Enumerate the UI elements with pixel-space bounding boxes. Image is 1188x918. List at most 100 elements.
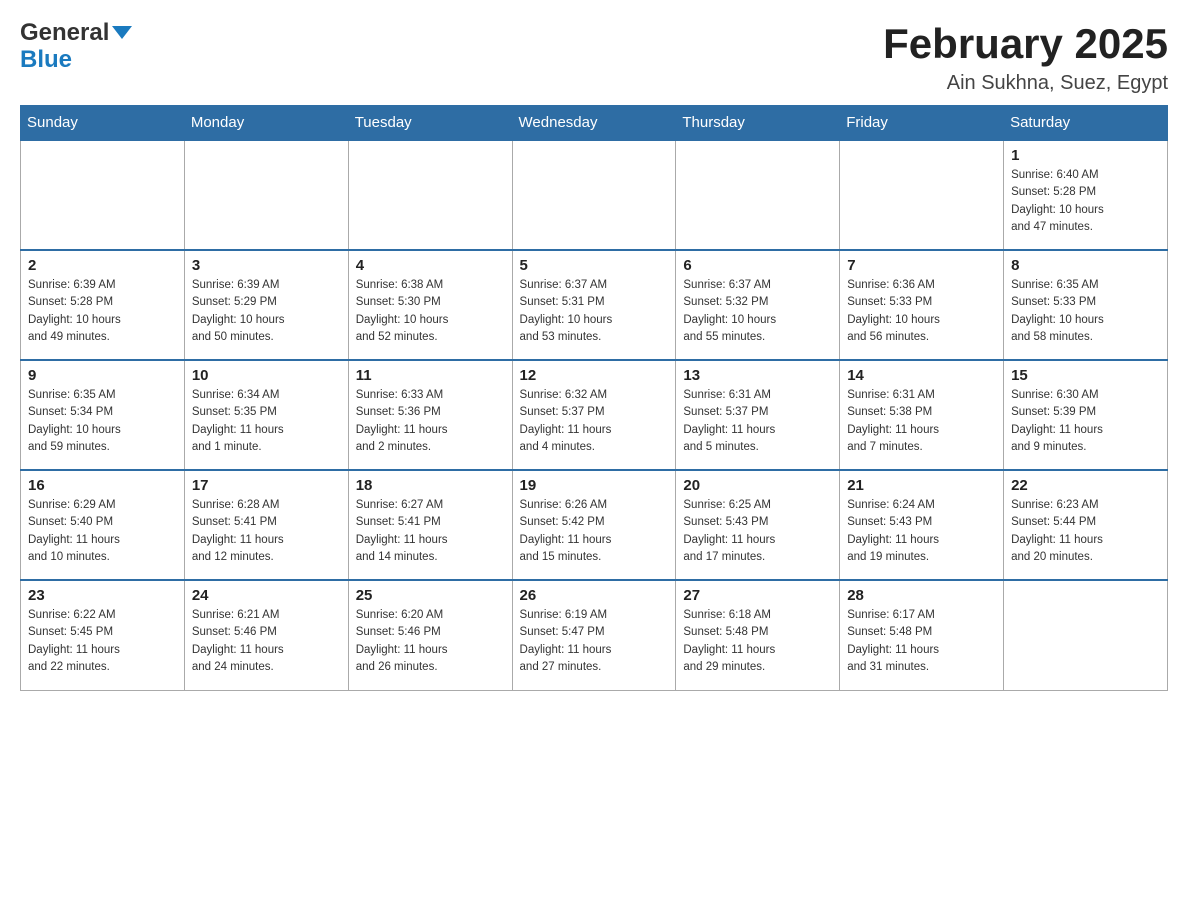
day-number: 7 [847, 257, 996, 274]
calendar-cell: 25 Sunrise: 6:20 AM Sunset: 5:46 PM Dayli… [348, 580, 512, 690]
day-number: 21 [847, 477, 996, 494]
calendar-cell: 12Sunrise: 6:32 AM Sunset: 5:37 PM Dayli… [512, 360, 676, 470]
day-number: 27 [683, 587, 832, 604]
header-friday: Friday [840, 106, 1004, 141]
calendar-cell: 26 Sunrise: 6:19 AM Sunset: 5:47 PM Dayli… [512, 580, 676, 690]
week-row-1: 1 Sunrise: 6:40 AM Sunset: 5:28 PM Daylig… [21, 140, 1168, 250]
logo-text: General Blue [20, 20, 132, 74]
calendar-cell: 6 Sunrise: 6:37 AM Sunset: 5:32 PM Daylig… [676, 250, 840, 360]
weekday-header-row: Sunday Monday Tuesday Wednesday Thursday… [21, 106, 1168, 141]
calendar-cell: 27Sunrise: 6:18 AM Sunset: 5:48 PM Dayli… [676, 580, 840, 690]
day-info: Sunrise: 6:37 AM Sunset: 5:31 PM Dayligh… [520, 277, 669, 346]
day-info: Sunrise: 6:31 AM Sunset: 5:38 PM Dayligh… [847, 387, 996, 456]
day-info: Sunrise: 6:19 AM Sunset: 5:47 PM Dayligh… [520, 607, 669, 676]
calendar-cell: 19 Sunrise: 6:26 AM Sunset: 5:42 PM Dayli… [512, 470, 676, 580]
day-number: 2 [28, 257, 177, 274]
calendar-cell [348, 140, 512, 250]
calendar-cell: 18 Sunrise: 6:27 AM Sunset: 5:41 PM Dayli… [348, 470, 512, 580]
day-info: Sunrise: 6:23 AM Sunset: 5:44 PM Dayligh… [1011, 497, 1160, 566]
calendar-title: February 2025 [883, 20, 1168, 68]
header-tuesday: Tuesday [348, 106, 512, 141]
logo: General Blue [20, 20, 132, 74]
header-thursday: Thursday [676, 106, 840, 141]
day-number: 20 [683, 477, 832, 494]
day-number: 19 [520, 477, 669, 494]
day-info: Sunrise: 6:20 AM Sunset: 5:46 PM Dayligh… [356, 607, 505, 676]
week-row-5: 23 Sunrise: 6:22 AM Sunset: 5:45 PM Dayli… [21, 580, 1168, 690]
calendar-cell [676, 140, 840, 250]
day-info: Sunrise: 6:22 AM Sunset: 5:45 PM Dayligh… [28, 607, 177, 676]
day-number: 3 [192, 257, 341, 274]
page-header: General Blue February 2025 Ain Sukhna, S… [20, 20, 1168, 95]
calendar-cell: 17Sunrise: 6:28 AM Sunset: 5:41 PM Dayli… [184, 470, 348, 580]
calendar-cell: 14 Sunrise: 6:31 AM Sunset: 5:38 PM Dayli… [840, 360, 1004, 470]
day-number: 25 [356, 587, 505, 604]
day-number: 15 [1011, 367, 1160, 384]
calendar-cell: 9 Sunrise: 6:35 AM Sunset: 5:34 PM Daylig… [21, 360, 185, 470]
day-number: 9 [28, 367, 177, 384]
calendar-cell: 5 Sunrise: 6:37 AM Sunset: 5:31 PM Daylig… [512, 250, 676, 360]
calendar-cell: 4 Sunrise: 6:38 AM Sunset: 5:30 PM Daylig… [348, 250, 512, 360]
day-number: 13 [683, 367, 832, 384]
calendar-cell [512, 140, 676, 250]
day-number: 14 [847, 367, 996, 384]
day-number: 23 [28, 587, 177, 604]
header-sunday: Sunday [21, 106, 185, 141]
calendar-cell: 15 Sunrise: 6:30 AM Sunset: 5:39 PM Dayli… [1004, 360, 1168, 470]
calendar-cell: 8 Sunrise: 6:35 AM Sunset: 5:33 PM Daylig… [1004, 250, 1168, 360]
calendar-cell: 22 Sunrise: 6:23 AM Sunset: 5:44 PM Dayli… [1004, 470, 1168, 580]
logo-triangle-icon [112, 26, 132, 39]
calendar-cell: 1 Sunrise: 6:40 AM Sunset: 5:28 PM Daylig… [1004, 140, 1168, 250]
calendar-cell [21, 140, 185, 250]
calendar-cell: 2 Sunrise: 6:39 AM Sunset: 5:28 PM Daylig… [21, 250, 185, 360]
calendar-cell: 20 Sunrise: 6:25 AM Sunset: 5:43 PM Dayli… [676, 470, 840, 580]
title-area: February 2025 Ain Sukhna, Suez, Egypt [883, 20, 1168, 95]
day-info: Sunrise: 6:32 AM Sunset: 5:37 PM Dayligh… [520, 387, 669, 456]
day-info: Sunrise: 6:17 AM Sunset: 5:48 PM Dayligh… [847, 607, 996, 676]
calendar-table: Sunday Monday Tuesday Wednesday Thursday… [20, 105, 1168, 691]
calendar-cell: 21 Sunrise: 6:24 AM Sunset: 5:43 PM Dayli… [840, 470, 1004, 580]
day-number: 26 [520, 587, 669, 604]
logo-general: General [20, 20, 109, 46]
day-number: 22 [1011, 477, 1160, 494]
day-info: Sunrise: 6:27 AM Sunset: 5:41 PM Dayligh… [356, 497, 505, 566]
calendar-cell: 28 Sunrise: 6:17 AM Sunset: 5:48 PM Dayli… [840, 580, 1004, 690]
day-info: Sunrise: 6:24 AM Sunset: 5:43 PM Dayligh… [847, 497, 996, 566]
day-info: Sunrise: 6:39 AM Sunset: 5:29 PM Dayligh… [192, 277, 341, 346]
day-info: Sunrise: 6:39 AM Sunset: 5:28 PM Dayligh… [28, 277, 177, 346]
week-row-3: 9 Sunrise: 6:35 AM Sunset: 5:34 PM Daylig… [21, 360, 1168, 470]
day-info: Sunrise: 6:38 AM Sunset: 5:30 PM Dayligh… [356, 277, 505, 346]
day-number: 5 [520, 257, 669, 274]
calendar-cell: 13Sunrise: 6:31 AM Sunset: 5:37 PM Dayli… [676, 360, 840, 470]
day-number: 6 [683, 257, 832, 274]
calendar-cell: 10 Sunrise: 6:34 AM Sunset: 5:35 PM Dayli… [184, 360, 348, 470]
day-info: Sunrise: 6:35 AM Sunset: 5:33 PM Dayligh… [1011, 277, 1160, 346]
day-info: Sunrise: 6:37 AM Sunset: 5:32 PM Dayligh… [683, 277, 832, 346]
day-number: 10 [192, 367, 341, 384]
day-number: 24 [192, 587, 341, 604]
day-number: 8 [1011, 257, 1160, 274]
day-number: 11 [356, 367, 505, 384]
calendar-cell [184, 140, 348, 250]
day-info: Sunrise: 6:26 AM Sunset: 5:42 PM Dayligh… [520, 497, 669, 566]
calendar-cell: 7Sunrise: 6:36 AM Sunset: 5:33 PM Daylig… [840, 250, 1004, 360]
day-info: Sunrise: 6:34 AM Sunset: 5:35 PM Dayligh… [192, 387, 341, 456]
day-number: 16 [28, 477, 177, 494]
day-info: Sunrise: 6:35 AM Sunset: 5:34 PM Dayligh… [28, 387, 177, 456]
day-info: Sunrise: 6:29 AM Sunset: 5:40 PM Dayligh… [28, 497, 177, 566]
day-number: 28 [847, 587, 996, 604]
week-row-2: 2 Sunrise: 6:39 AM Sunset: 5:28 PM Daylig… [21, 250, 1168, 360]
calendar-cell [1004, 580, 1168, 690]
week-row-4: 16 Sunrise: 6:29 AM Sunset: 5:40 PM Dayli… [21, 470, 1168, 580]
day-info: Sunrise: 6:25 AM Sunset: 5:43 PM Dayligh… [683, 497, 832, 566]
day-number: 17 [192, 477, 341, 494]
day-number: 4 [356, 257, 505, 274]
day-number: 18 [356, 477, 505, 494]
day-info: Sunrise: 6:30 AM Sunset: 5:39 PM Dayligh… [1011, 387, 1160, 456]
header-saturday: Saturday [1004, 106, 1168, 141]
day-number: 1 [1011, 147, 1160, 164]
calendar-cell: 3 Sunrise: 6:39 AM Sunset: 5:29 PM Daylig… [184, 250, 348, 360]
calendar-subtitle: Ain Sukhna, Suez, Egypt [883, 72, 1168, 95]
day-info: Sunrise: 6:40 AM Sunset: 5:28 PM Dayligh… [1011, 167, 1160, 236]
calendar-cell: 11Sunrise: 6:33 AM Sunset: 5:36 PM Dayli… [348, 360, 512, 470]
